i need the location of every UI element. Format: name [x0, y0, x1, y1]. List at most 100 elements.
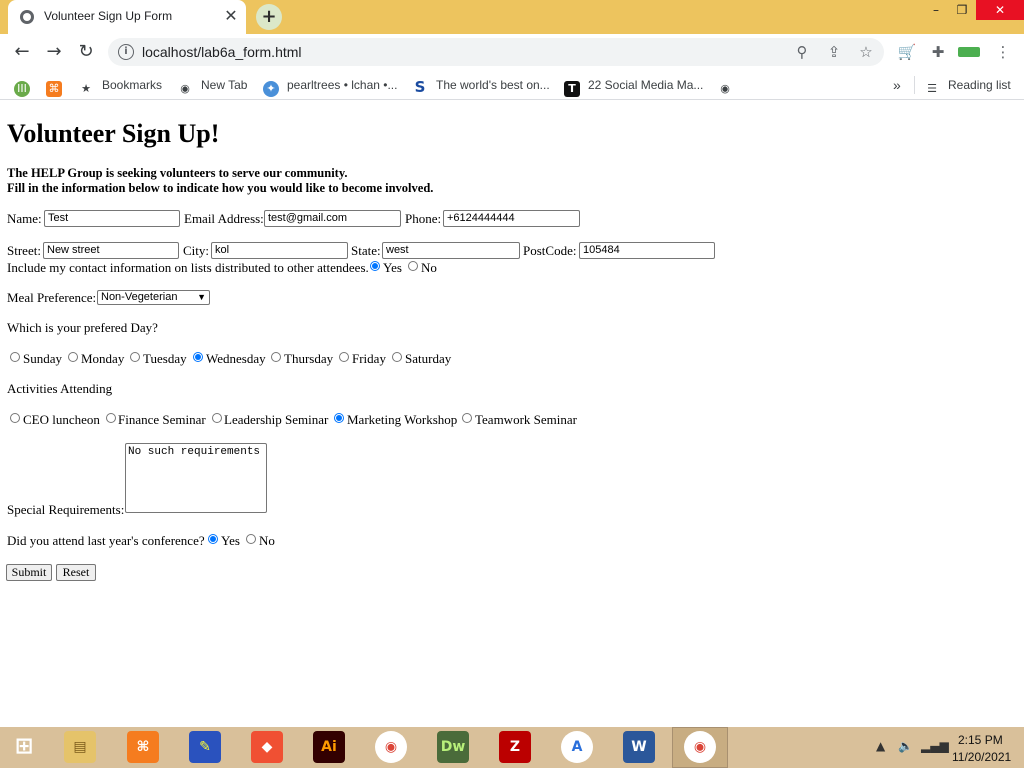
globe-icon — [20, 10, 34, 24]
bookmark-globe[interactable]: ◉ — [717, 76, 741, 95]
day-radio-monday[interactable] — [68, 352, 78, 362]
cart-extension-icon[interactable]: 🛒 — [896, 42, 918, 62]
bookmark-social-media[interactable]: T 22 Social Media Ma... — [564, 76, 703, 97]
reload-icon[interactable]: ↻ — [74, 40, 98, 64]
attended-yes-radio[interactable] — [208, 534, 218, 544]
include-contact-no-radio[interactable] — [408, 261, 418, 271]
page-heading: Volunteer Sign Up! — [7, 119, 220, 148]
name-field[interactable]: Test — [44, 210, 180, 227]
web-page: Volunteer Sign Up! The HELP Group is see… — [0, 101, 1024, 727]
browser-tab[interactable]: Volunteer Sign Up Form ✕ — [8, 0, 246, 34]
chrome-icon[interactable]: ◉ — [375, 731, 407, 763]
day-radio-wednesday[interactable] — [193, 352, 203, 362]
bookmark-new-tab[interactable]: ◉ New Tab — [177, 76, 247, 95]
day-label-thursday: Thursday — [284, 351, 334, 366]
zoom-icon[interactable]: ⚲ — [792, 42, 812, 62]
special-requirements-label: Special Requirements: — [7, 502, 125, 517]
postcode-field[interactable]: 105484 — [579, 242, 715, 259]
t-logo-icon: T — [564, 81, 580, 97]
puzzle-extension-icon[interactable]: ✚ — [927, 42, 949, 62]
share-icon[interactable]: ⇪ — [824, 42, 844, 62]
url-text[interactable]: localhost/lab6a_form.html — [142, 44, 302, 60]
forward-icon[interactable]: → — [42, 40, 66, 64]
activity-radio-finance-seminar[interactable] — [106, 413, 116, 423]
street-label: Street: — [7, 243, 41, 258]
day-radio-friday[interactable] — [339, 352, 349, 362]
day-label-sunday: Sunday — [23, 351, 62, 366]
reset-button[interactable]: Reset — [56, 564, 96, 581]
bookmark-xampp-icon[interactable]: ⌘ — [46, 76, 70, 97]
activity-radio-teamwork-seminar[interactable] — [462, 413, 472, 423]
back-icon[interactable]: ← — [10, 40, 34, 64]
paint-app-icon[interactable]: ✎ — [189, 731, 221, 763]
day-label-monday: Monday — [81, 351, 125, 366]
day-radio-tuesday[interactable] — [130, 352, 140, 362]
address-bar[interactable]: i localhost/lab6a_form.html ⚲ ⇪ ☆ — [108, 38, 884, 66]
include-contact-yes-radio[interactable] — [370, 261, 380, 271]
day-radio-thursday[interactable] — [271, 352, 281, 362]
intro-line-2: Fill in the information below to indicat… — [7, 181, 434, 195]
city-label: City: — [183, 243, 210, 258]
signal-icon[interactable]: ▂▄▆ — [921, 739, 949, 753]
activity-radio-leadership-seminar[interactable] — [212, 413, 222, 423]
activities-heading: Activities Attending — [7, 381, 113, 396]
close-window-button[interactable]: ✕ — [976, 0, 1024, 20]
activity-radio-marketing-workshop[interactable] — [334, 413, 344, 423]
new-tab-button[interactable]: + — [256, 4, 282, 30]
green-extension-icon[interactable] — [958, 42, 980, 62]
attended-no-radio[interactable] — [246, 534, 256, 544]
bookmark-app-icon[interactable]: III — [14, 76, 38, 97]
volume-icon[interactable]: 🔈 — [898, 739, 913, 753]
day-label-friday: Friday — [352, 351, 386, 366]
day-label-saturday: Saturday — [405, 351, 452, 366]
activity-radio-ceo-luncheon[interactable] — [10, 413, 20, 423]
close-tab-icon[interactable]: ✕ — [222, 7, 240, 25]
attended-label: Did you attend last year's conference? — [7, 533, 205, 548]
word-icon[interactable]: W — [623, 731, 655, 763]
bookmark-worlds-best[interactable]: S The world's best on... — [412, 76, 550, 95]
chrome-active-icon[interactable]: ◉ — [684, 731, 716, 763]
day-radio-saturday[interactable] — [392, 352, 402, 362]
state-field[interactable]: west — [382, 242, 520, 259]
attended-no-label: No — [259, 533, 275, 548]
include-contact-label: Include my contact information on lists … — [7, 260, 369, 275]
city-field[interactable]: kol — [211, 242, 348, 259]
submit-button[interactable]: Submit — [6, 564, 52, 581]
phone-field[interactable]: +6124444444 — [443, 210, 580, 227]
filezilla-icon[interactable]: Z — [499, 731, 531, 763]
bookmark-pearltrees[interactable]: ✦ pearltrees • lchan •... — [263, 76, 397, 97]
more-bookmarks-icon[interactable]: » — [893, 76, 901, 94]
reading-list[interactable]: ☰ Reading list — [924, 76, 1011, 95]
chevron-up-icon[interactable]: ▲ — [876, 739, 885, 753]
menu-icon[interactable]: ⋮ — [992, 42, 1014, 62]
include-contact-yes-label: Yes — [383, 260, 402, 275]
restore-button[interactable]: ❐ — [950, 0, 974, 20]
xampp-icon[interactable]: ⌘ — [127, 731, 159, 763]
street-field[interactable]: New street — [43, 242, 179, 259]
dreamweaver-icon[interactable]: Dw — [437, 731, 469, 763]
pearltrees-icon: ✦ — [263, 81, 279, 97]
day-radio-sunday[interactable] — [10, 352, 20, 362]
day-label-wednesday: Wednesday — [206, 351, 266, 366]
meal-label: Meal Preference: — [7, 290, 97, 305]
chevron-down-icon: ▼ — [197, 292, 206, 302]
clock-time[interactable]: 2:15 PM — [958, 733, 1003, 747]
special-requirements-textarea[interactable]: No such requirements — [125, 443, 267, 513]
windows-start-icon[interactable]: ⊞ — [8, 731, 40, 763]
meal-select[interactable]: Non-Vegeterian ▼ — [97, 290, 210, 305]
git-icon[interactable]: ◆ — [251, 731, 283, 763]
email-field[interactable]: test@gmail.com — [264, 210, 401, 227]
editor-app-icon[interactable]: A — [561, 731, 593, 763]
minimize-button[interactable]: – — [924, 0, 948, 20]
clock-date[interactable]: 11/20/2021 — [952, 750, 1011, 764]
tab-title: Volunteer Sign Up Form — [44, 9, 173, 23]
info-icon[interactable]: i — [118, 44, 134, 60]
illustrator-icon[interactable]: Ai — [313, 731, 345, 763]
reading-list-icon: ☰ — [927, 82, 937, 95]
file-explorer-icon[interactable]: ▤ — [64, 731, 96, 763]
star-icon[interactable]: ☆ — [856, 42, 876, 62]
include-contact-no-label: No — [421, 260, 437, 275]
globe-icon: ◉ — [180, 82, 190, 95]
bookmarks-divider — [914, 76, 915, 94]
bookmark-bookmarks[interactable]: ★ Bookmarks — [78, 76, 162, 95]
